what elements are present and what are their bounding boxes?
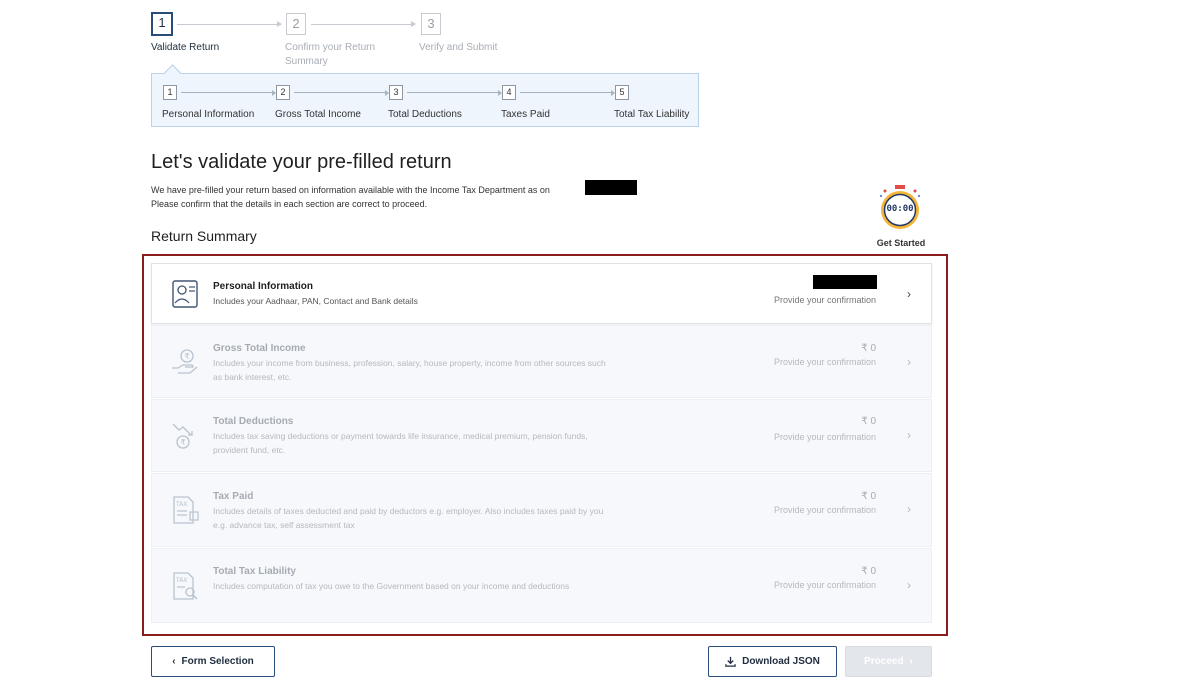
step-label-verify-submit: Verify and Submit xyxy=(419,42,498,53)
section-card-total-tax-liability[interactable]: TAX Total Tax Liability Includes computa… xyxy=(151,548,932,623)
description-line-2: Please confirm that the details in each … xyxy=(151,199,428,209)
description-line-1: We have pre-filled your return based on … xyxy=(151,185,550,195)
page-title: Let's validate your pre-filled return xyxy=(151,151,452,173)
form-selection-label: Form Selection xyxy=(181,656,254,667)
proceed-button[interactable]: Proceed › xyxy=(845,646,932,677)
rupee-down-icon: ₹ xyxy=(172,423,193,449)
substep-connector xyxy=(181,89,276,96)
section-title: Total Deductions xyxy=(213,416,294,427)
confirmation-status: Provide your confirmation xyxy=(773,505,876,515)
substep-number-3[interactable]: 3 xyxy=(389,85,403,100)
section-title: Gross Total Income xyxy=(213,343,306,354)
download-icon xyxy=(725,656,736,667)
chevron-right-icon: › xyxy=(909,656,913,667)
confirmation-status: Provide your confirmation xyxy=(773,295,876,305)
substep-label-deductions: Total Deductions xyxy=(388,109,462,120)
step-label-validate-return: Validate Return xyxy=(151,42,220,53)
step-number-3[interactable]: 3 xyxy=(421,13,441,35)
section-description: Includes your Aadhaar, PAN, Contact and … xyxy=(213,296,418,306)
return-summary-heading: Return Summary xyxy=(151,228,257,244)
substep-label-personal: Personal Information xyxy=(162,109,255,120)
proceed-label: Proceed xyxy=(864,656,904,667)
section-amount: ₹ 0 xyxy=(861,343,876,354)
substep-label-taxes-paid: Taxes Paid xyxy=(501,109,550,120)
section-title: Total Tax Liability xyxy=(213,566,296,577)
substep-label-gross-income: Gross Total Income xyxy=(275,109,361,120)
chevron-right-icon[interactable]: › xyxy=(907,355,911,369)
step-number-2[interactable]: 2 xyxy=(286,13,306,35)
download-json-button[interactable]: Download JSON xyxy=(708,646,837,677)
step-number-1[interactable]: 1 xyxy=(151,12,173,36)
chevron-right-icon[interactable]: › xyxy=(907,502,911,516)
substep-label-tax-liability: Total Tax Liability xyxy=(614,109,690,120)
section-amount: ₹ 0 xyxy=(861,416,876,427)
substep-number-4[interactable]: 4 xyxy=(502,85,516,100)
section-title: Personal Information xyxy=(213,281,314,292)
svg-text:₹: ₹ xyxy=(185,352,190,361)
substep-connector xyxy=(520,89,615,96)
timer-display: 00:00 xyxy=(886,204,914,214)
download-json-label: Download JSON xyxy=(742,656,820,667)
get-started-label: Get Started xyxy=(876,238,926,248)
section-card-gross-total-income[interactable]: ₹ Gross Total Income Includes your incom… xyxy=(151,325,932,398)
step-connector xyxy=(177,21,282,27)
substep-number-1[interactable]: 1 xyxy=(163,85,177,100)
section-amount: ₹ 0 xyxy=(861,566,876,577)
chevron-right-icon[interactable]: › xyxy=(907,287,911,301)
substep-number-5[interactable]: 5 xyxy=(615,85,629,100)
svg-text:TAX: TAX xyxy=(175,501,187,508)
chevron-left-icon: ‹ xyxy=(172,656,176,667)
section-card-total-deductions[interactable]: ₹ Total Deductions Includes tax saving d… xyxy=(151,399,932,472)
section-description: Includes details of taxes deducted and p… xyxy=(213,506,604,530)
substep-connector xyxy=(407,89,502,96)
svg-text:TAX: TAX xyxy=(175,577,187,584)
step-label-confirm-summary: Confirm your Return Summary xyxy=(285,42,376,67)
section-card-personal-information[interactable]: Personal Information Includes your Aadha… xyxy=(151,263,932,324)
svg-text:₹: ₹ xyxy=(181,438,186,447)
chevron-right-icon[interactable]: › xyxy=(907,578,911,592)
substep-connector xyxy=(294,89,389,96)
chevron-right-icon[interactable]: › xyxy=(907,428,911,442)
redacted-value xyxy=(813,275,877,289)
substep-panel: 1 2 3 4 5 Personal Information Gross Tot… xyxy=(151,73,699,127)
hand-rupee-icon: ₹ xyxy=(172,349,198,374)
section-description: Includes computation of tax you owe to t… xyxy=(213,581,570,591)
tax-search-icon: TAX xyxy=(173,572,198,600)
confirmation-status: Provide your confirmation xyxy=(773,432,876,442)
confirmation-status: Provide your confirmation xyxy=(773,357,876,367)
redacted-date xyxy=(585,180,637,195)
person-id-icon xyxy=(172,280,198,308)
confirmation-status: Provide your confirmation xyxy=(773,580,876,590)
step-connector xyxy=(311,21,416,27)
substep-number-2[interactable]: 2 xyxy=(276,85,290,100)
section-description: Includes your income from business, prof… xyxy=(213,358,606,382)
section-amount: ₹ 0 xyxy=(861,491,876,502)
section-title: Tax Paid xyxy=(213,491,254,502)
tax-document-icon: TAX xyxy=(173,496,199,524)
page-description: We have pre-filled your return based on … xyxy=(151,183,550,211)
section-card-tax-paid[interactable]: TAX Tax Paid Includes details of taxes d… xyxy=(151,473,932,547)
section-description: Includes tax saving deductions or paymen… xyxy=(213,431,588,455)
form-selection-button[interactable]: ‹ Form Selection xyxy=(151,646,275,677)
